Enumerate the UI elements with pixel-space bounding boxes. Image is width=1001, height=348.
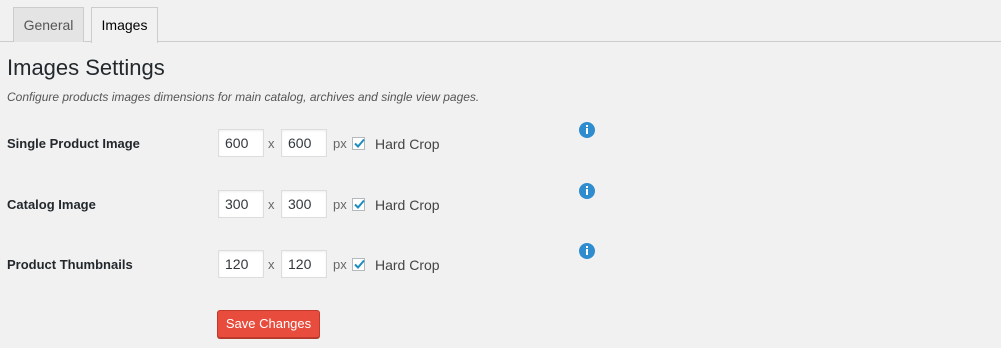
width-input[interactable] [218,190,264,218]
hard-crop-checkbox[interactable] [352,198,365,211]
unit-label: px [333,257,347,272]
height-input[interactable] [281,250,327,278]
settings-tabs: General Images [0,0,1001,43]
dimension-separator: x [268,257,275,272]
row-label: Catalog Image [7,197,96,212]
checkmark-icon [354,138,365,148]
width-input[interactable] [218,250,264,278]
hard-crop-checkbox[interactable] [352,258,365,271]
setting-row-catalog-image: Catalog Image x px Hard Crop [0,183,1001,220]
tab-images[interactable]: Images [91,7,158,43]
height-input[interactable] [281,190,327,218]
row-label: Product Thumbnails [7,257,133,272]
dimension-separator: x [268,197,275,212]
info-icon[interactable] [579,183,595,199]
checkmark-icon [354,199,365,209]
setting-row-single-product-image: Single Product Image x px Hard Crop [0,122,1001,159]
unit-label: px [333,197,347,212]
page-title: Images Settings [7,55,165,80]
hard-crop-label: Hard Crop [375,197,440,213]
info-icon[interactable] [579,243,595,259]
save-changes-button[interactable]: Save Changes [217,310,320,338]
checkmark-icon [354,259,365,269]
unit-label: px [333,136,347,151]
info-icon[interactable] [579,122,595,138]
tab-general[interactable]: General [13,7,84,42]
height-input[interactable] [281,129,327,157]
row-label: Single Product Image [7,136,140,151]
hard-crop-label: Hard Crop [375,136,440,152]
hard-crop-label: Hard Crop [375,257,440,273]
hard-crop-checkbox[interactable] [352,137,365,150]
dimension-separator: x [268,136,275,151]
setting-row-product-thumbnails: Product Thumbnails x px Hard Crop [0,243,1001,280]
page-description: Configure products images dimensions for… [7,90,480,104]
width-input[interactable] [218,129,264,157]
